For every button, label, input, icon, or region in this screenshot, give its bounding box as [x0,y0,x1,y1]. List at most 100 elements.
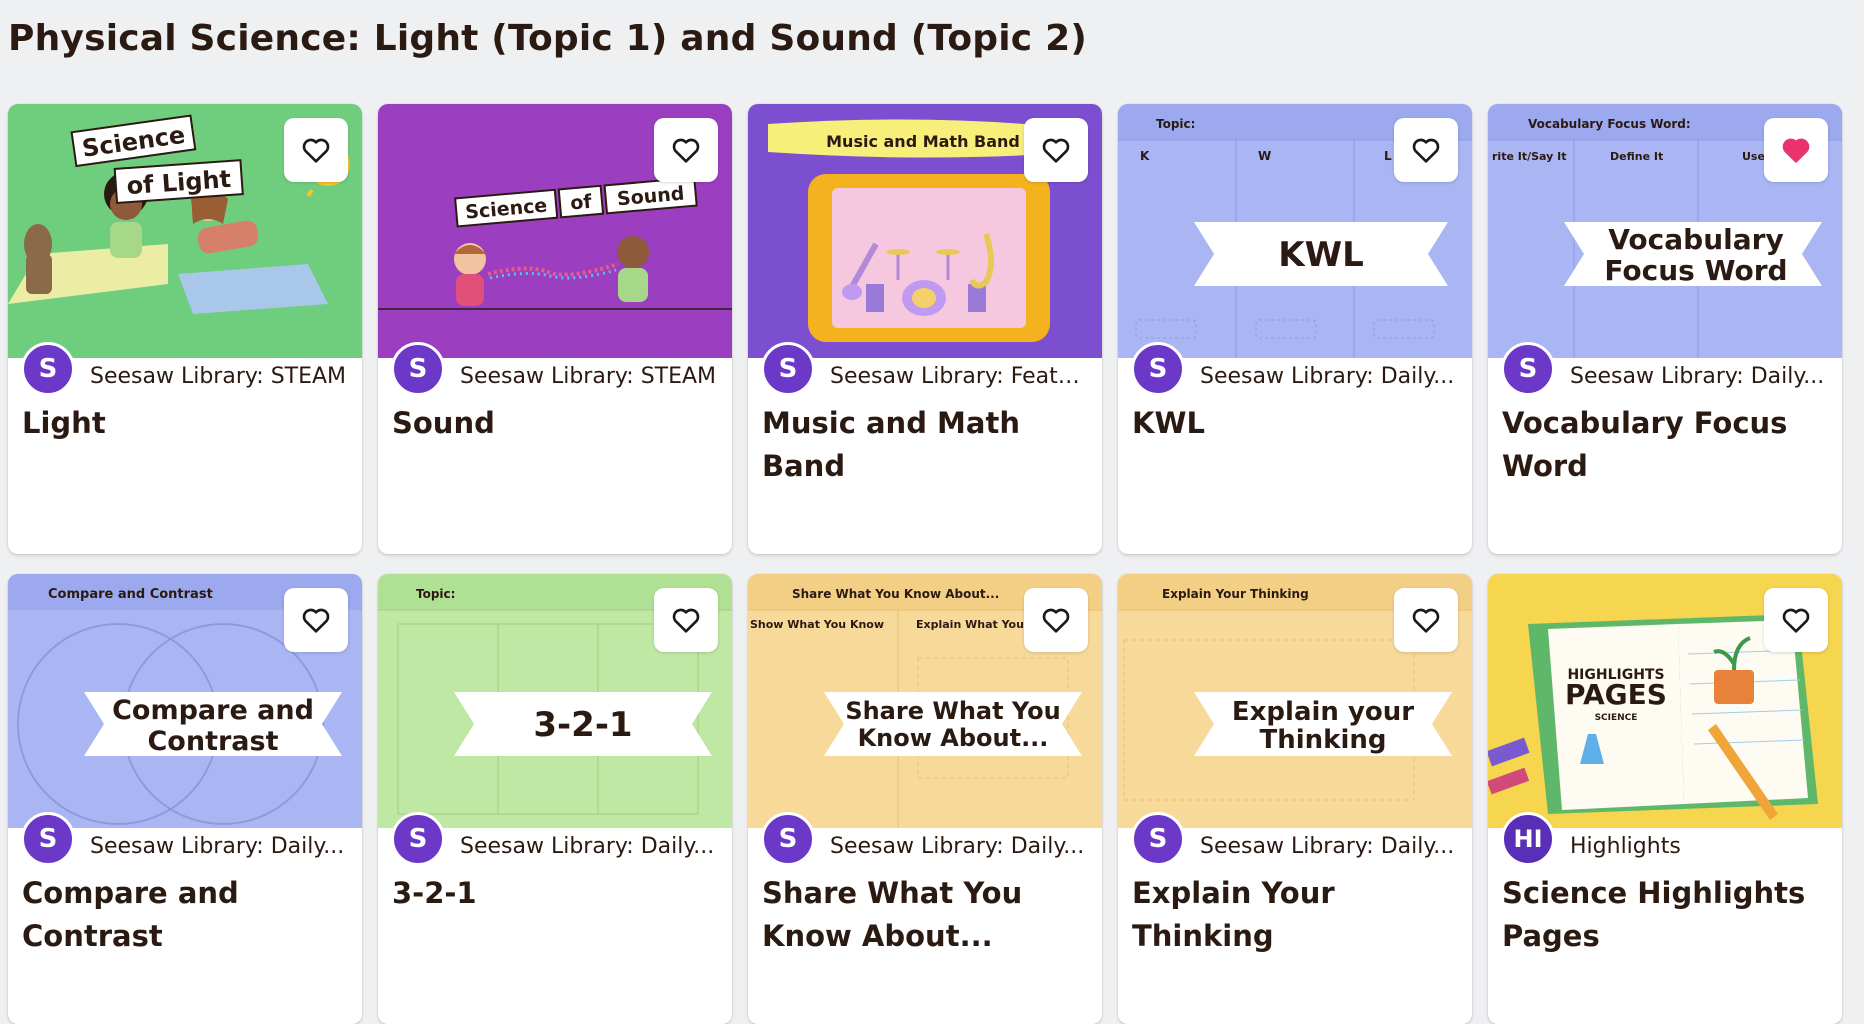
thumb-text: 3-2-1 [533,705,632,745]
activity-card-explain-your-thinking[interactable]: Explain Your Thinking Explain your Think… [1118,574,1472,1024]
card-title: Light [22,406,106,440]
thumb-text: Compare and [112,695,314,726]
card-source: Seesaw Library: Feature... [830,364,1088,389]
thumb-text: Explain Your Thinking [1162,587,1309,601]
seesaw-logo-avatar: S [21,342,75,396]
thumb-text: K [1140,149,1150,163]
activity-card-kwl[interactable]: Topic: K W L KWL S Seesaw Library: Daily… [1118,104,1472,554]
heart-outline-icon [1782,608,1810,633]
thumb-text: Use [1742,150,1765,163]
seesaw-logo-avatar: S [21,812,75,866]
activity-card-compare-and-contrast[interactable]: Compare and Contrast Compare and Contras… [8,574,362,1024]
heart-outline-icon [1412,138,1440,163]
thumb-text: L [1384,149,1392,163]
activity-card-science-highlights-pages[interactable]: HIGHLIGHTS PAGES SCIENCE HI Highlights S… [1488,574,1842,1024]
heart-outline-icon [1042,608,1070,633]
favorite-button[interactable] [1394,588,1458,652]
card-source: Seesaw Library: Daily... [90,834,345,859]
seesaw-logo-avatar: S [1131,812,1185,866]
thumb-text: SCIENCE [1595,713,1638,723]
card-source: Seesaw Library: Daily... [1570,364,1825,389]
favorite-button[interactable] [284,118,348,182]
favorite-button[interactable] [1764,118,1828,182]
heart-outline-icon [302,138,330,163]
favorite-button[interactable] [1024,588,1088,652]
card-title: Sound [392,406,495,440]
seesaw-logo-avatar: S [1501,342,1555,396]
activity-card-3-2-1[interactable]: Topic: 3-2-1 S Seesaw Library: Daily... … [378,574,732,1024]
card-thumbnail: Topic: 3-2-1 [378,574,732,828]
heart-outline-icon [1412,608,1440,633]
thumb-text: Thinking [1260,725,1387,755]
card-title: Share What You Know About... [762,876,1023,953]
card-source: Seesaw Library: Daily... [1200,364,1455,389]
favorite-button[interactable] [654,588,718,652]
thumb-text: Share What You [845,697,1060,725]
page-title: Physical Science: Light (Topic 1) and So… [8,18,1087,59]
seesaw-logo-avatar: S [761,342,815,396]
card-title: Music and Math Band [762,406,1020,483]
thumb-text: PAGES [1565,678,1667,711]
heart-filled-icon [1782,138,1810,163]
card-thumbnail: Share What You Know About... Show What Y… [748,574,1102,828]
thumb-text: Share What You Know About... [792,587,999,601]
card-title: 3-2-1 [392,876,477,910]
card-source: Seesaw Library: Daily... [1200,834,1455,859]
favorite-button[interactable] [654,118,718,182]
thumb-text: rite It/Say It [1492,150,1566,163]
thumb-text: KWL [1278,235,1364,275]
card-thumbnail: HIGHLIGHTS PAGES SCIENCE [1488,574,1842,828]
card-thumbnail: Vocabulary Focus Word: rite It/Say It De… [1488,104,1842,358]
favorite-button[interactable] [1024,118,1088,182]
heart-outline-icon [1042,138,1070,163]
card-thumbnail: Compare and Contrast Compare and Contras… [8,574,362,828]
card-title: Explain Your Thinking [1132,876,1335,953]
card-title: KWL [1132,406,1205,440]
card-thumbnail: Explain Your Thinking Explain your Think… [1118,574,1472,828]
seesaw-logo-avatar: S [1131,342,1185,396]
card-source: Seesaw Library: Daily... [460,834,715,859]
thumb-text: Show What You Know [750,618,884,631]
card-source: Seesaw Library: STEAM [460,364,717,389]
card-thumbnail: Music and Math Band [748,104,1102,358]
thumb-text: Vocabulary [1608,223,1783,256]
thumb-text: of [569,191,593,215]
card-thumbnail: Science of Sound [378,104,732,358]
favorite-button[interactable] [284,588,348,652]
thumb-text: Know About... [858,724,1049,752]
seesaw-logo-avatar: S [391,342,445,396]
activity-card-music-and-math-band[interactable]: Music and Math Band S Seesaw Library: Fe [748,104,1102,554]
heart-outline-icon [302,608,330,633]
card-title: Compare and Contrast [22,876,239,953]
favorite-button[interactable] [1394,118,1458,182]
activity-card-light[interactable]: Science of Light S Seesaw Library: STEAM… [8,104,362,554]
thumb-text: Explain What You K [916,618,1037,631]
thumb-text: Explain your [1232,697,1414,727]
activity-card-sound[interactable]: Science of Sound S Seesaw Library: STEAM… [378,104,732,554]
thumb-text: Contrast [147,726,278,757]
activity-card-vocabulary-focus-word[interactable]: Vocabulary Focus Word: rite It/Say It De… [1488,104,1842,554]
card-source: Seesaw Library: STEAM [90,364,347,389]
thumb-text: Define It [1610,150,1663,163]
card-thumbnail: Science of Light [8,104,362,358]
thumb-text: W [1258,149,1271,163]
card-source: Highlights [1570,834,1681,859]
thumb-text: Music and Math Band [826,132,1020,151]
heart-outline-icon [672,608,700,633]
thumb-text: Vocabulary Focus Word: [1528,117,1691,131]
highlights-avatar: HI [1501,812,1555,866]
favorite-button[interactable] [1764,588,1828,652]
activity-grid: Science of Light S Seesaw Library: STEAM… [8,104,1842,1024]
activity-card-share-what-you-know[interactable]: Share What You Know About... Show What Y… [748,574,1102,1024]
card-title: Science Highlights Pages [1502,876,1806,953]
card-source: Seesaw Library: Daily... [830,834,1085,859]
seesaw-logo-avatar: S [761,812,815,866]
card-thumbnail: Topic: K W L KWL [1118,104,1472,358]
heart-outline-icon [672,138,700,163]
thumb-text: Topic: [416,587,455,601]
thumb-text: Compare and Contrast [48,587,213,602]
card-title: Vocabulary Focus Word [1502,406,1788,483]
seesaw-logo-avatar: S [391,812,445,866]
thumb-text: Topic: [1156,117,1195,131]
thumb-text: Focus Word [1604,254,1787,287]
